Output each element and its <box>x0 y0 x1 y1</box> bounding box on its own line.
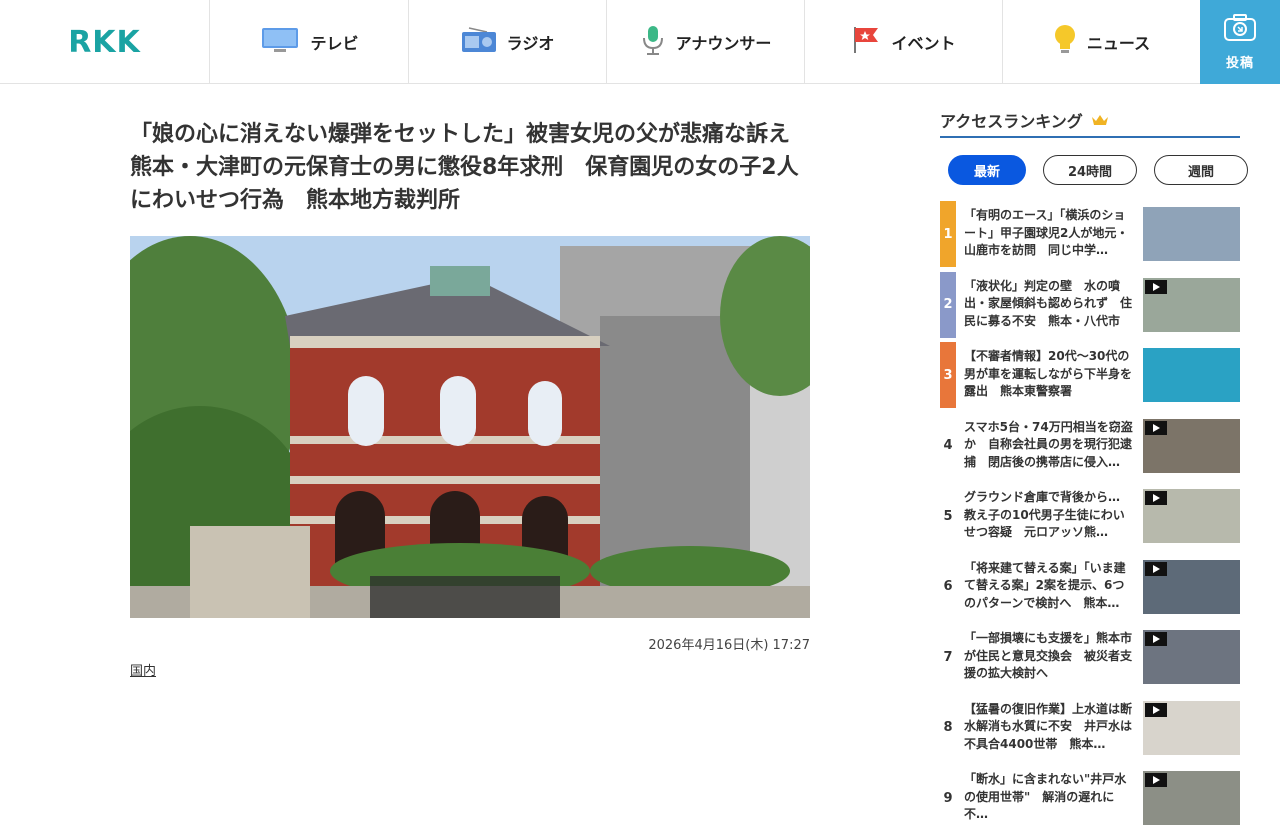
post-label: 投稿 <box>1225 55 1254 71</box>
ranking-headline: グラウンド倉庫で背後から… 教え子の10代男子生徒にわいせつ容疑 元ロアッソ熊… <box>964 490 1133 539</box>
nav-tv-label: テレビ <box>310 34 359 53</box>
nav-news[interactable]: ニュース <box>1003 0 1201 84</box>
ranking-headline: 「液状化」判定の壁 水の噴出・家屋傾斜も認められず 住民に募る不安 熊本・八代市 <box>964 278 1133 328</box>
camera-icon <box>1223 13 1257 46</box>
ranking-thumbnail <box>1143 418 1240 473</box>
nav-event-label: イベント <box>891 34 956 53</box>
ranking-number: 1 <box>940 201 956 267</box>
ranking-item[interactable]: 4 スマホ5台・74万円相当を窃盗か 自称会社員の男を現行犯逮捕 閉店後の携帯店に… <box>940 412 1240 479</box>
ranking-number: 5 <box>940 483 956 549</box>
tv-icon <box>260 26 300 58</box>
ranking-headline: 【不審者情報】20代～30代の男が車を運転しながら下半身を露出 熊本東警察署 <box>964 349 1133 398</box>
crown-icon <box>1091 108 1109 131</box>
article-date: 2026年4月16日(木) 17:27 <box>648 638 810 653</box>
article-hero-image <box>130 236 810 618</box>
nav-announcer-label: アナウンサー <box>675 34 772 53</box>
ranking-item[interactable]: 9 「断水」に含まれない"井戸水の使用世帯" 解消の遅れに不… <box>940 765 1240 831</box>
ranking-item[interactable]: 6 「将来建て替える案」「いま建て替える案」2案を提示、6つのパターンで検討へ 熊… <box>940 553 1240 620</box>
ranking-item[interactable]: 5 グラウンド倉庫で背後から… 教え子の10代男子生徒にわいせつ容疑 元ロアッソ熊… <box>940 483 1240 549</box>
nav-tv[interactable]: テレビ <box>211 0 409 84</box>
ranking-number: 9 <box>940 765 956 831</box>
microphone-icon <box>640 24 666 60</box>
ranking-number: 8 <box>940 694 956 761</box>
ranking-item[interactable]: 2 「液状化」判定の壁 水の噴出・家屋傾斜も認められず 住民に募る不安 熊本・八代… <box>940 271 1240 338</box>
nav-radio-label: ラジオ <box>506 34 555 53</box>
tab-latest[interactable]: 最新 <box>948 155 1026 185</box>
ranking-thumbnail <box>1143 489 1240 543</box>
ranking-item[interactable]: 1 「有明のエース」「横浜のショート」甲子園球児2人が地元・山鹿市を訪問 同じ中学… <box>940 201 1240 267</box>
rkk-logo: RKK <box>68 24 141 60</box>
ranking-tabs: 最新 24時間 週間 <box>948 155 1248 185</box>
ranking-headline: 【猛暑の復旧作業】上水道は断水解消も水質に不安 井戸水は不具合4400世帯 熊本… <box>964 701 1133 751</box>
ranking-thumbnail <box>1143 348 1240 402</box>
radio-icon <box>461 26 497 58</box>
ranking-headline: 「断水」に含まれない"井戸水の使用世帯" 解消の遅れに不… <box>964 772 1127 821</box>
lightbulb-icon <box>1053 24 1077 60</box>
category-link[interactable]: 国内 <box>130 660 156 679</box>
ranking-header: アクセスランキング <box>940 108 1240 138</box>
ranking-item[interactable]: 3 【不審者情報】20代～30代の男が車を運転しながら下半身を露出 熊本東警察署 <box>940 342 1240 408</box>
ranking-headline: スマホ5台・74万円相当を窃盗か 自称会社員の男を現行犯逮捕 閉店後の携帯店に侵… <box>964 419 1133 469</box>
flag-icon <box>851 25 881 59</box>
ranking-headline: 「一部損壊にも支援を」熊本市が住民と意見交換会 被災者支援の拡大検討へ <box>964 631 1133 680</box>
ranking-thumbnail <box>1143 207 1240 261</box>
nav-announcer[interactable]: アナウンサー <box>607 0 805 84</box>
nav-radio[interactable]: ラジオ <box>409 0 607 84</box>
ranking-thumbnail <box>1143 771 1240 825</box>
ranking-item[interactable]: 7 「一部損壊にも支援を」熊本市が住民と意見交換会 被災者支援の拡大検討へ <box>940 624 1240 690</box>
ranking-number: 6 <box>940 553 956 620</box>
nav-event[interactable]: イベント <box>805 0 1003 84</box>
ranking-title: アクセスランキング <box>940 112 1083 131</box>
ranking-number: 7 <box>940 624 956 690</box>
post-button[interactable]: 投稿 <box>1200 0 1280 84</box>
ranking-headline: 「将来建て替える案」「いま建て替える案」2案を提示、6つのパターンで検討へ 熊本… <box>964 560 1126 610</box>
ranking-thumbnail <box>1143 559 1240 614</box>
ranking-number: 2 <box>940 271 956 338</box>
article-title: 「娘の心に消えない爆弾をセットした」被害女児の父が悲痛な訴え 熊本・大津町の元保… <box>130 122 813 213</box>
ranking-thumbnail <box>1143 700 1240 755</box>
ranking-thumbnail <box>1143 630 1240 684</box>
site-header: RKK テレビ ラジオ アナウンサー イベント ニュース 投稿 <box>0 0 1280 84</box>
logo-link[interactable]: RKK <box>0 0 210 84</box>
tab-weekly[interactable]: 週間 <box>1154 155 1248 185</box>
ranking-headline: 「有明のエース」「横浜のショート」甲子園球児2人が地元・山鹿市を訪問 同じ中学… <box>964 208 1129 257</box>
ranking-thumbnail <box>1143 277 1240 332</box>
ranking-number: 4 <box>940 412 956 479</box>
tab-24h[interactable]: 24時間 <box>1043 155 1137 185</box>
ranking-number: 3 <box>940 342 956 408</box>
ranking-item[interactable]: 8 【猛暑の復旧作業】上水道は断水解消も水質に不安 井戸水は不具合4400世帯 熊… <box>940 694 1240 761</box>
nav-news-label: ニュース <box>1086 34 1151 53</box>
